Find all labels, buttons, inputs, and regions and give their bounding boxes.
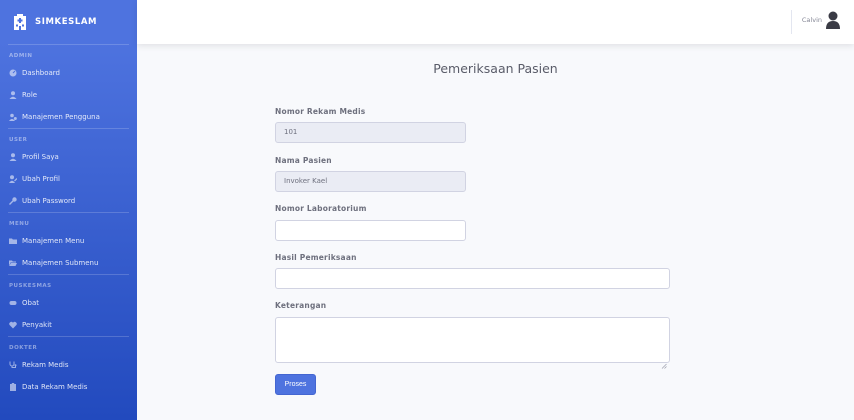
folder-icon xyxy=(9,237,17,245)
user-icon xyxy=(9,153,17,161)
stethoscope-icon xyxy=(9,361,17,369)
sidebar-heading-user: USER xyxy=(9,137,28,143)
user-icon xyxy=(9,91,17,99)
page-title: Pemeriksaan Pasien xyxy=(433,61,558,76)
nomor-laboratorium-field[interactable] xyxy=(275,220,466,241)
sidebar-item-ubah-profil[interactable]: Ubah Profil xyxy=(0,168,137,190)
sidebar-item-dashboard[interactable]: Dashboard xyxy=(0,62,137,84)
sidebar-item-label: Rekam Medis xyxy=(22,361,69,369)
sidebar-divider xyxy=(8,128,129,129)
topbar: Calvin xyxy=(137,0,854,44)
sidebar-item-manajemen-submenu[interactable]: Manajemen Submenu xyxy=(0,252,137,274)
sidebar-item-manajemen-pengguna[interactable]: Manajemen Pengguna xyxy=(0,106,137,128)
sidebar-item-label: Manajemen Submenu xyxy=(22,259,99,267)
sidebar-item-penyakit[interactable]: Penyakit xyxy=(0,314,137,336)
hospital-icon xyxy=(14,14,26,30)
sidebar-item-label: Profil Saya xyxy=(22,153,59,161)
user-edit-icon xyxy=(9,175,17,183)
sidebar-item-label: Data Rekam Medis xyxy=(22,383,88,391)
heart-icon xyxy=(9,321,17,329)
keterangan-label: Keterangan xyxy=(275,301,327,310)
sidebar-item-label: Ubah Profil xyxy=(22,175,60,183)
sidebar-divider xyxy=(8,212,129,213)
nama-pasien-label: Nama Pasien xyxy=(275,156,332,165)
sidebar-item-label: Manajemen Pengguna xyxy=(22,113,100,121)
nama-pasien-field[interactable]: Invoker Kael xyxy=(275,171,466,192)
sidebar-divider xyxy=(8,274,129,275)
hasil-pemeriksaan-label: Hasil Pemeriksaan xyxy=(275,253,357,262)
nomor-rekam-medis-field[interactable]: 101 xyxy=(275,122,466,143)
folder-open-icon xyxy=(9,259,17,267)
users-cog-icon xyxy=(9,113,17,121)
sidebar-brand[interactable]: SIMKESLAM xyxy=(0,0,137,44)
sidebar-item-manajemen-menu[interactable]: Manajemen Menu xyxy=(0,230,137,252)
sidebar-item-ubah-password[interactable]: Ubah Password xyxy=(0,190,137,212)
sidebar: SIMKESLAM ADMIN Dashboard Role Manajemen… xyxy=(0,0,137,420)
hasil-pemeriksaan-field[interactable] xyxy=(275,268,670,289)
sidebar-item-rekam-medis[interactable]: Rekam Medis xyxy=(0,354,137,376)
nomor-rekam-medis-label: Nomor Rekam Medis xyxy=(275,107,366,116)
sidebar-heading-admin: ADMIN xyxy=(9,53,33,59)
sidebar-item-obat[interactable]: Obat xyxy=(0,292,137,314)
sidebar-divider xyxy=(8,44,129,45)
sidebar-item-label: Ubah Password xyxy=(22,197,76,205)
sidebar-item-label: Obat xyxy=(22,299,39,307)
sidebar-item-label: Role xyxy=(22,91,38,99)
dashboard-icon xyxy=(9,69,17,77)
sidebar-item-label: Penyakit xyxy=(22,321,52,329)
sidebar-item-role[interactable]: Role xyxy=(0,84,137,106)
resize-grip-icon[interactable] xyxy=(661,354,667,369)
proses-button[interactable]: Proses xyxy=(275,374,316,395)
user-name[interactable]: Calvin xyxy=(802,16,822,24)
key-icon xyxy=(9,197,17,205)
sidebar-item-label: Manajemen Menu xyxy=(22,237,85,245)
sidebar-item-profil-saya[interactable]: Profil Saya xyxy=(0,146,137,168)
capsule-icon xyxy=(9,299,17,307)
sidebar-item-data-rekam-medis[interactable]: Data Rekam Medis xyxy=(0,376,137,398)
sidebar-heading-menu: MENU xyxy=(9,221,30,227)
keterangan-textarea[interactable] xyxy=(275,317,670,369)
nomor-laboratorium-label: Nomor Laboratorium xyxy=(275,204,367,213)
clipboard-icon xyxy=(9,383,17,391)
sidebar-heading-dokter: DOKTER xyxy=(9,345,38,351)
user-avatar-icon[interactable] xyxy=(826,11,840,29)
sidebar-heading-puskesmas: PUSKESMAS xyxy=(9,283,52,289)
sidebar-item-label: Dashboard xyxy=(22,69,60,77)
sidebar-divider xyxy=(8,336,129,337)
topbar-divider xyxy=(791,10,792,34)
brand-name: SIMKESLAM xyxy=(35,17,98,27)
